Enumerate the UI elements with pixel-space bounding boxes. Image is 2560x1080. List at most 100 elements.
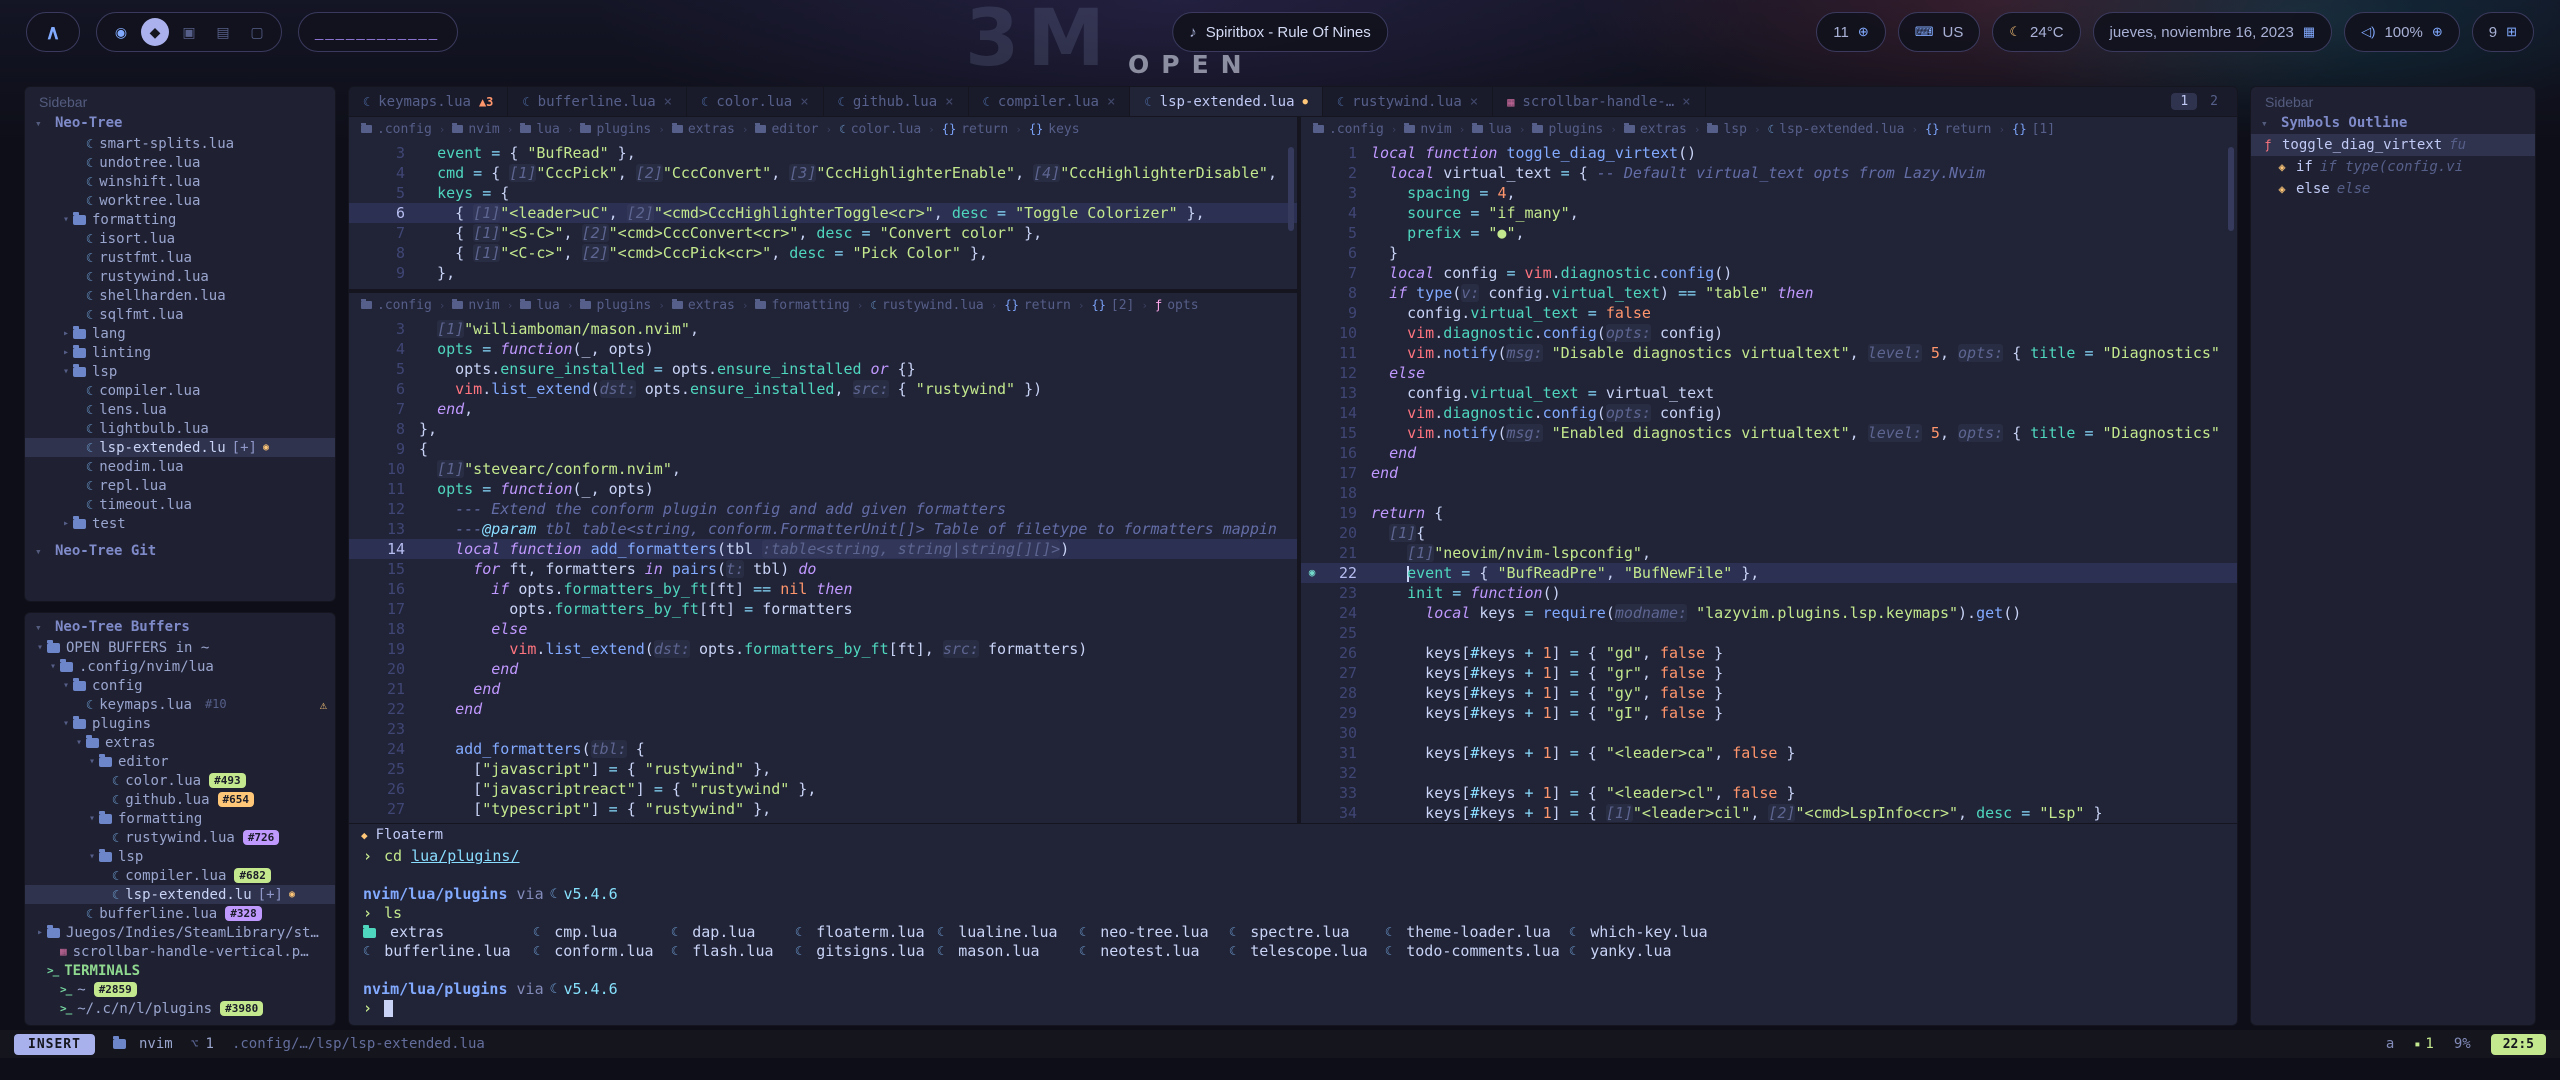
outline-item-toggle-diag-virtext[interactable]: ƒtoggle_diag_virtextfu (2251, 134, 2535, 156)
breadcrumb-item[interactable]: {}[1] (2012, 122, 2055, 137)
tree-item-rustywind-lua[interactable]: ☾rustywind.lua#726 (25, 828, 335, 847)
tree-item-sqlfmt-lua[interactable]: ☾sqlfmt.lua (25, 305, 335, 324)
tree-folder-juegos-indies-steamlibrary-st[interactable]: ▸Juegos/Indies/SteamLibrary/st… (25, 923, 335, 942)
breadcrumb-item[interactable]: ☾rustywind.lua (870, 298, 983, 313)
tree-folder-lang[interactable]: ▸lang (25, 324, 335, 343)
breadcrumb-item[interactable]: ƒopts (1155, 298, 1199, 313)
file-todo-comments-lua[interactable]: ☾todo-comments.lua (1385, 942, 1569, 961)
tree-folder-lsp[interactable]: ▾lsp (25, 362, 335, 381)
close-icon[interactable]: × (664, 94, 672, 110)
breadcrumb-item[interactable]: .config (361, 122, 432, 137)
file-gitsigns-lua[interactable]: ☾gitsigns.lua (795, 942, 937, 961)
tree-folder-editor[interactable]: ▾editor (25, 752, 335, 771)
file-yanky-lua[interactable]: ☾yanky.lua (1569, 942, 2223, 961)
floaterm-header[interactable]: ◆ Floaterm (349, 824, 2237, 845)
neotree-buffers-header[interactable]: ▾ Neo-Tree Buffers (25, 615, 335, 638)
close-icon[interactable]: × (800, 94, 808, 110)
file-dap-lua[interactable]: ☾dap.lua (671, 923, 795, 942)
breadcrumb-item[interactable]: extras (672, 298, 735, 313)
breadcrumb-item[interactable]: .config (361, 298, 432, 313)
file-conform-lua[interactable]: ☾conform.lua (533, 942, 671, 961)
tabpage-2[interactable]: 2 (2201, 93, 2227, 110)
tree-item-lens-lua[interactable]: ☾lens.lua (25, 400, 335, 419)
breadcrumb-item[interactable]: ☾lsp-extended.lua (1768, 122, 1905, 137)
breadcrumb-item[interactable]: plugins (1532, 122, 1603, 137)
tree-item-color-lua[interactable]: ☾color.lua#493 (25, 771, 335, 790)
neotree-header[interactable]: ▾ Neo-Tree (25, 111, 335, 134)
tab-bufferline-lua[interactable]: ☾bufferline.lua× (508, 87, 687, 116)
topbar-prompt-input[interactable]: ____________ (298, 12, 458, 52)
tree-item-compiler-lua[interactable]: ☾compiler.lua#682 (25, 866, 335, 885)
tree-item-lightbulb-lua[interactable]: ☾lightbulb.lua (25, 419, 335, 438)
close-icon[interactable]: × (1107, 94, 1115, 110)
file-flash-lua[interactable]: ☾flash.lua (671, 942, 795, 961)
breadcrumb-item[interactable]: formatting (755, 298, 849, 313)
tab-lsp-extended-lua[interactable]: ☾lsp-extended.lua● (1130, 87, 1323, 116)
tree-item-isort-lua[interactable]: ☾isort.lua (25, 229, 335, 248)
file-lualine-lua[interactable]: ☾lualine.lua (937, 923, 1079, 942)
tree-item-rustywind-lua[interactable]: ☾rustywind.lua (25, 267, 335, 286)
systray-widget[interactable]: 9⊞ (2472, 12, 2534, 52)
tree-item-smart-splits-lua[interactable]: ☾smart-splits.lua (25, 134, 335, 153)
tab-color-lua[interactable]: ☾color.lua× (687, 87, 824, 116)
breadcrumb-item[interactable]: editor (755, 122, 818, 137)
tree-item-repl-lua[interactable]: ☾repl.lua (25, 476, 335, 495)
file-cmp-lua[interactable]: ☾cmp.lua (533, 923, 671, 942)
file-icon[interactable]: ▢ (243, 18, 271, 46)
breadcrumb-item[interactable]: {}[2] (1091, 298, 1134, 313)
outline-item-else[interactable]: ◈elseelse (2251, 178, 2535, 200)
file-extras[interactable]: extras (363, 923, 533, 942)
tab-rustywind-lua[interactable]: ☾rustywind.lua× (1323, 87, 1493, 116)
breadcrumb-item[interactable]: {}return (1925, 122, 1991, 137)
tree-item-lsp-extended-lu[interactable]: ☾lsp-extended.lu[+]◉ (25, 438, 335, 457)
breadcrumb-item[interactable]: plugins (580, 298, 651, 313)
workspace-widget[interactable]: 11⊕ (1816, 12, 1885, 52)
file-telescope-lua[interactable]: ☾telescope.lua (1229, 942, 1385, 961)
tree-folder-test[interactable]: ▸test (25, 514, 335, 533)
floaterm-body[interactable]: ›cd lua/plugins/nvim/lua/plugins via☾v5.… (349, 845, 2237, 1025)
edit-icon[interactable]: ◆ (141, 18, 169, 46)
breadcrumb-item[interactable]: nvim (452, 298, 499, 313)
tree-folder-config-nvim-lua[interactable]: ▾.config/nvim/lua (25, 657, 335, 676)
breadcrumb-item[interactable]: {}return (1004, 298, 1070, 313)
outline-item-if[interactable]: ◈ifif type(config.vi (2251, 156, 2535, 178)
file-bufferline-lua[interactable]: ☾bufferline.lua (363, 942, 533, 961)
breadcrumb-item[interactable]: lsp (1707, 122, 1746, 137)
tree-item-neodim-lua[interactable]: ☾neodim.lua (25, 457, 335, 476)
file-floaterm-lua[interactable]: ☾floaterm.lua (795, 923, 937, 942)
file-mason-lua[interactable]: ☾mason.lua (937, 942, 1079, 961)
file-which-key-lua[interactable]: ☾which-key.lua (1569, 923, 2223, 942)
breadcrumb-item[interactable]: plugins (580, 122, 651, 137)
clock-widget[interactable]: jueves, noviembre 16, 2023▦ (2093, 12, 2333, 52)
tab-keymaps-lua[interactable]: ☾keymaps.lua▲3 (349, 87, 508, 116)
keyboard-layout-widget[interactable]: ⌨US (1898, 12, 1981, 52)
file-neotest-lua[interactable]: ☾neotest.lua (1079, 942, 1229, 961)
breadcrumb-item[interactable]: extras (1624, 122, 1687, 137)
tree-item-worktree-lua[interactable]: ☾worktree.lua (25, 191, 335, 210)
tabpage-1[interactable]: 1 (2171, 93, 2197, 110)
terminal-prompt-line[interactable]: › (363, 999, 2223, 1018)
tree-folder-extras[interactable]: ▾extras (25, 733, 335, 752)
file-spectre-lua[interactable]: ☾spectre.lua (1229, 923, 1385, 942)
code-area[interactable]: 3 [1]"williamboman/mason.nvim",4 opts = … (349, 317, 1297, 823)
tree-folder-formatting[interactable]: ▾formatting (25, 809, 335, 828)
launcher-logo-button[interactable]: ∧ (26, 12, 80, 52)
circle-icon[interactable]: ◉ (107, 18, 135, 46)
copy-icon[interactable]: ▤ (209, 18, 237, 46)
tab-compiler-lua[interactable]: ☾compiler.lua× (969, 87, 1131, 116)
file-neo-tree-lua[interactable]: ☾neo-tree.lua (1079, 923, 1229, 942)
file-theme-loader-lua[interactable]: ☾theme-loader.lua (1385, 923, 1569, 942)
tree-item-rustfmt-lua[interactable]: ☾rustfmt.lua (25, 248, 335, 267)
tree-item-bufferline-lua[interactable]: ☾bufferline.lua#328 (25, 904, 335, 923)
tree-folder-plugins[interactable]: ▾plugins (25, 714, 335, 733)
breadcrumb-item[interactable]: ☾color.lua (839, 122, 921, 137)
tree-item-undotree-lua[interactable]: ☾undotree.lua (25, 153, 335, 172)
tree-folder-config[interactable]: ▾config (25, 676, 335, 695)
tree-folder-linting[interactable]: ▸linting (25, 343, 335, 362)
breadcrumb-item[interactable]: nvim (452, 122, 499, 137)
close-icon[interactable]: × (945, 94, 953, 110)
breadcrumb-item[interactable]: extras (672, 122, 735, 137)
windows-icon[interactable]: ▣ (175, 18, 203, 46)
tree-item-keymaps-lua[interactable]: ☾keymaps.lua#10⚠ (25, 695, 335, 714)
tree-item-winshift-lua[interactable]: ☾winshift.lua (25, 172, 335, 191)
